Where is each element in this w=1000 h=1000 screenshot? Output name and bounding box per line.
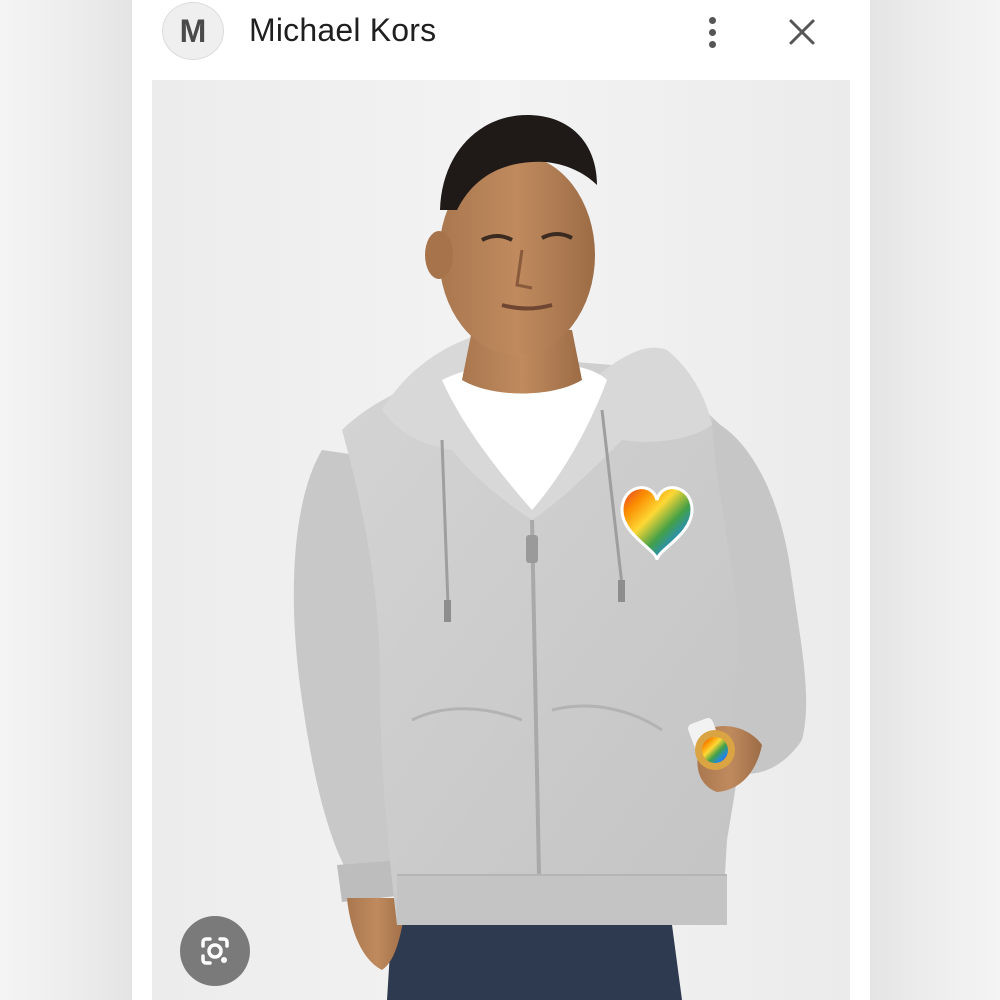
close-button[interactable] (782, 10, 822, 54)
close-icon (789, 19, 815, 45)
right-blurred-background (870, 0, 1000, 1000)
source-avatar[interactable]: M (162, 2, 224, 60)
left-blurred-background (0, 0, 132, 1000)
more-options-button[interactable] (694, 10, 730, 54)
google-lens-icon (201, 937, 229, 965)
viewer-header: M Michael Kors (132, 0, 870, 78)
product-image[interactable] (152, 80, 850, 1000)
image-viewer-card: M Michael Kors (132, 0, 870, 1000)
model-in-hoodie-illustration (152, 80, 850, 1000)
source-title[interactable]: Michael Kors (249, 12, 436, 49)
more-vert-icon (708, 16, 716, 24)
google-lens-button[interactable] (180, 916, 250, 986)
